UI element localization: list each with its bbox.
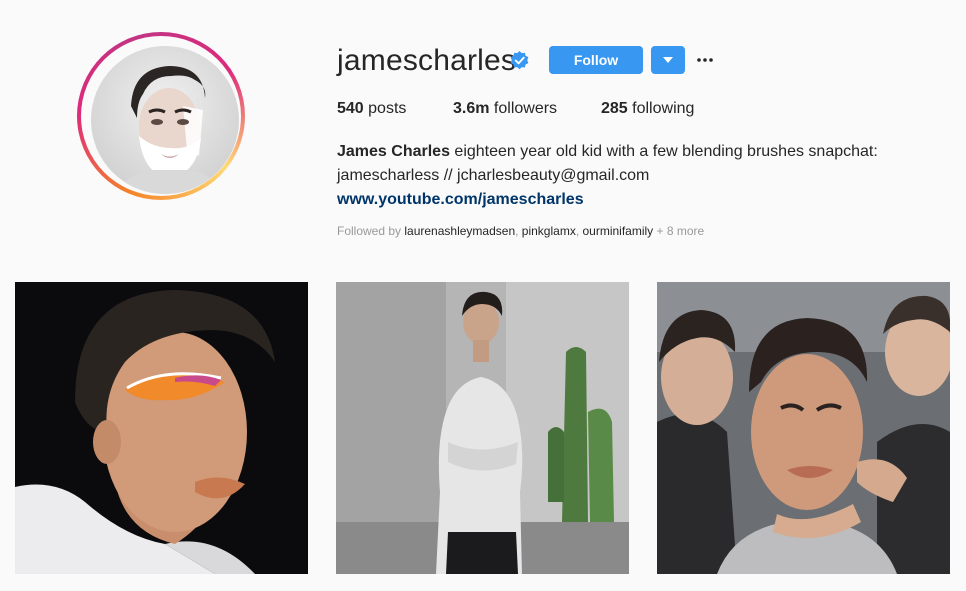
follow-button[interactable]: Follow: [549, 46, 643, 74]
following-stat[interactable]: 285 following: [601, 99, 694, 119]
profile-bio: James Charles eighteen year old kid with…: [337, 140, 907, 212]
followed-by-user-link[interactable]: ourminifamily: [583, 224, 654, 238]
followed-by-user-link[interactable]: pinkglamx: [522, 224, 576, 238]
avatar-portrait: [111, 66, 225, 194]
verified-badge-icon: [510, 51, 529, 70]
posts-label: posts: [368, 100, 407, 117]
followers-label: followers: [493, 100, 558, 117]
chevron-down-icon: [663, 57, 673, 63]
suggested-dropdown-button[interactable]: [651, 46, 685, 74]
followed-by-prefix: Followed by: [337, 224, 405, 238]
post-thumbnail[interactable]: [15, 282, 308, 574]
followers-stat[interactable]: 3.6m followers: [453, 99, 557, 119]
followers-count: 3.6m: [453, 100, 490, 117]
followed-by-text: Followed by laurenashleymadsen, pinkglam…: [337, 224, 705, 238]
page-bottom: [0, 574, 966, 591]
more-options-button[interactable]: [695, 48, 715, 72]
posts-count: 540: [337, 100, 364, 117]
post-image: [657, 282, 950, 574]
post-thumbnail[interactable]: [657, 282, 950, 574]
following-label: following: [632, 100, 695, 117]
posts-stat: 540 posts: [337, 99, 406, 119]
avatar[interactable]: [91, 46, 239, 194]
followed-by-user-link[interactable]: laurenashleymadsen: [404, 224, 515, 238]
profile-username: jamescharles: [337, 44, 517, 77]
avatar-frame: [81, 36, 241, 196]
post-image: [15, 282, 308, 574]
followed-by-more[interactable]: + 8 more: [653, 224, 705, 238]
profile-full-name: James Charles: [337, 143, 450, 160]
post-image: [336, 282, 629, 574]
following-count: 285: [601, 100, 628, 117]
more-dots-icon: [697, 58, 713, 62]
bio-website-link[interactable]: www.youtube.com/jamescharles: [337, 188, 907, 212]
post-thumbnail[interactable]: [336, 282, 629, 574]
profile-avatar-ring[interactable]: [77, 32, 245, 200]
